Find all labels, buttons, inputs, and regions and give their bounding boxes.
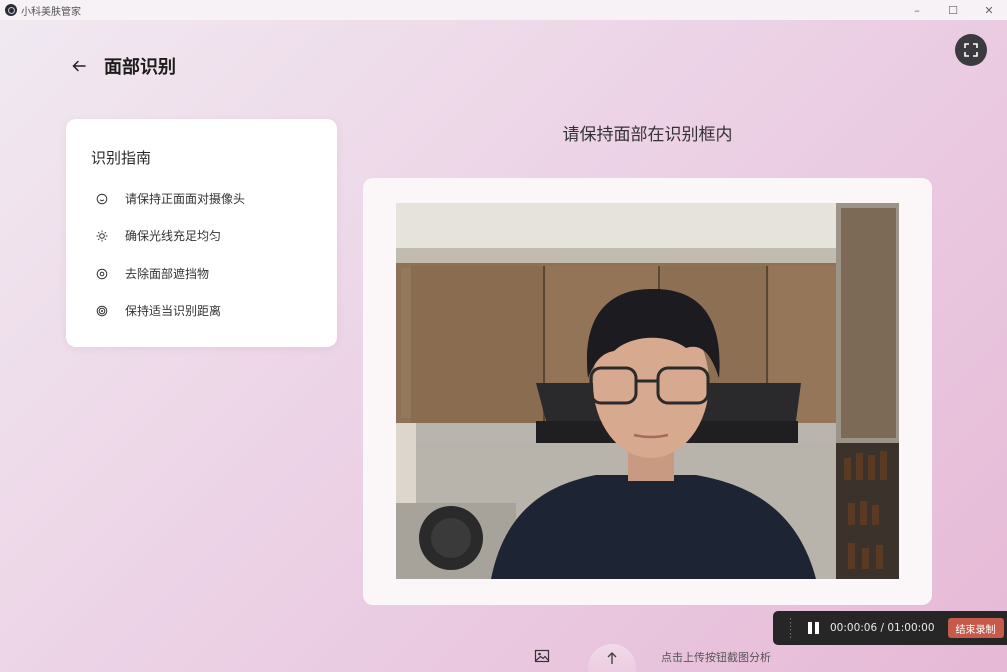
guide-item: 保持适当识别距离 — [96, 302, 221, 319]
upload-button[interactable] — [588, 644, 636, 672]
maximize-button[interactable]: ☐ — [935, 0, 971, 20]
guide-item-text: 去除面部遮挡物 — [125, 267, 210, 281]
guide-card: 识别指南 请保持正面面对摄像头 确保光线充足均匀 去除面部遮挡物 保持适当识别距… — [66, 119, 337, 347]
guide-item-text: 请保持正面面对摄像头 — [125, 192, 246, 206]
recording-bar: ⋮ ⋮ 00:00:06 / 01:00:00 结束录制 — [773, 611, 1007, 645]
guide-item: 确保光线充足均匀 — [96, 227, 221, 244]
fullscreen-button[interactable] — [955, 34, 987, 66]
window-title: 小科美肤管家 — [21, 6, 81, 18]
pause-button[interactable] — [808, 622, 819, 634]
camera-feed-image — [396, 203, 899, 579]
fullscreen-icon — [964, 43, 978, 57]
image-icon[interactable] — [534, 648, 550, 664]
guide-item-text: 保持适当识别距离 — [125, 304, 222, 318]
guide-title: 识别指南 — [91, 149, 152, 167]
back-arrow-icon[interactable] — [70, 58, 90, 74]
window-controls: – ☐ ✕ — [899, 0, 1007, 20]
camera-frame — [363, 178, 932, 605]
sun-icon — [96, 230, 108, 242]
camera-prompt: 请保持面部在识别框内 — [562, 125, 733, 145]
camera-feed — [396, 203, 899, 579]
smile-icon — [96, 193, 108, 205]
upload-icon — [607, 652, 617, 664]
page-title: 面部识别 — [104, 57, 176, 78]
close-button[interactable]: ✕ — [971, 0, 1007, 20]
end-recording-button[interactable]: 结束录制 — [947, 618, 1004, 638]
upload-hint: 点击上传按钮截图分析 — [661, 651, 771, 664]
guide-item-text: 确保光线充足均匀 — [125, 229, 222, 243]
eye-icon — [96, 268, 108, 280]
guide-item: 请保持正面面对摄像头 — [96, 190, 245, 207]
recording-time: 00:00:06 / 01:00:00 — [830, 622, 935, 634]
drag-handle-icon[interactable]: ⋮ ⋮ — [785, 617, 796, 639]
pause-icon — [808, 622, 812, 634]
window-titlebar: 小科美肤管家 – ☐ ✕ — [0, 0, 1007, 20]
page-header: 面部识别 — [70, 53, 176, 79]
target-icon — [96, 305, 108, 317]
minimize-button[interactable]: – — [899, 0, 935, 20]
bottom-toolbar: 点击上传按钮截图分析 — [0, 642, 1007, 672]
guide-item: 去除面部遮挡物 — [96, 265, 209, 282]
app-logo-icon — [5, 4, 17, 16]
